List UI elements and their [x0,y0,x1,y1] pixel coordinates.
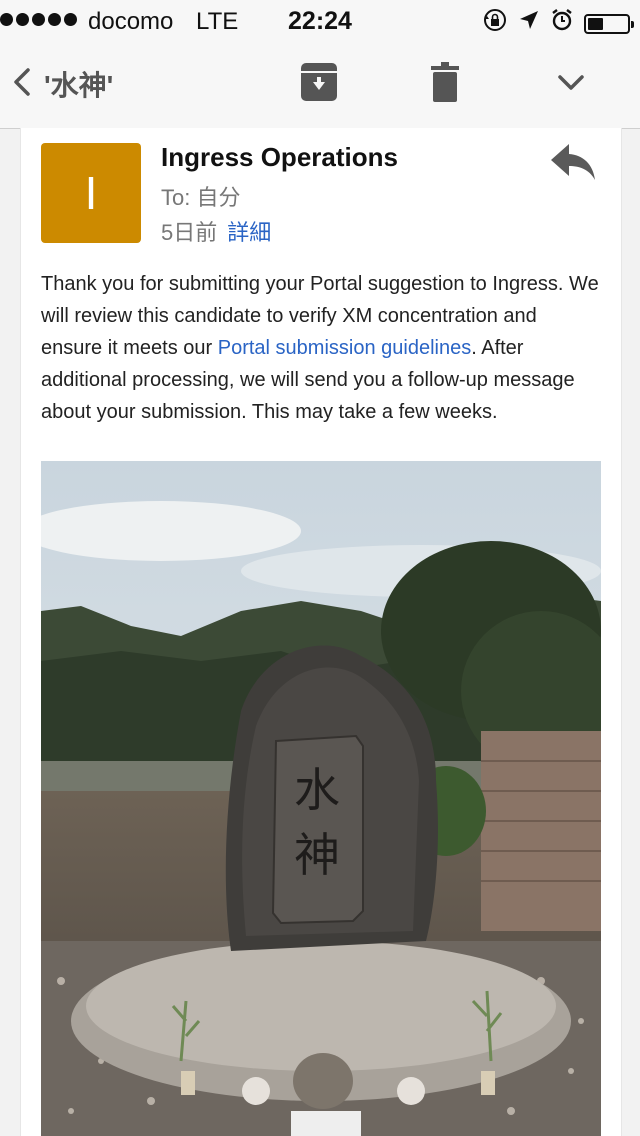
delete-button[interactable] [431,62,459,107]
recipient-line: To: 自分 [161,185,241,210]
archive-icon [300,63,338,106]
email-date: 5日前 [161,220,218,245]
chevron-left-icon [12,67,32,102]
rotation-lock-icon [482,7,508,40]
details-link[interactable]: 詳細 [227,220,271,245]
sender-avatar: I [41,143,141,243]
trash-icon [431,62,459,106]
status-icons [482,7,634,40]
nav-title: '水神' [44,70,114,101]
status-bar: docomo LTE 22:24 [0,0,640,40]
date-line: 5日前 詳細 [161,215,271,247]
reply-button[interactable] [549,142,597,187]
chevron-down-icon [557,75,585,96]
alarm-clock-icon [550,8,574,39]
more-button[interactable] [557,74,585,97]
archive-button[interactable] [300,62,338,107]
inscription-char-2: 神 [294,828,340,882]
sender-name: Ingress Operations [161,142,398,172]
portal-guidelines-link[interactable]: Portal submission guidelines [218,337,471,359]
battery-icon [584,13,634,34]
email-card: I Ingress Operations To: 自分 5日前 詳細 Thank … [20,128,622,1136]
battery-fill [588,17,603,30]
reply-icon [549,144,597,186]
location-arrow-icon [518,9,540,38]
portal-photo[interactable]: 水 神 [41,461,601,1136]
back-button[interactable]: '水神' [12,64,113,104]
inscription-char-1: 水 [294,763,340,817]
email-body: Thank you for submitting your Portal sug… [41,268,603,428]
nav-bar: '水神' [0,40,640,129]
